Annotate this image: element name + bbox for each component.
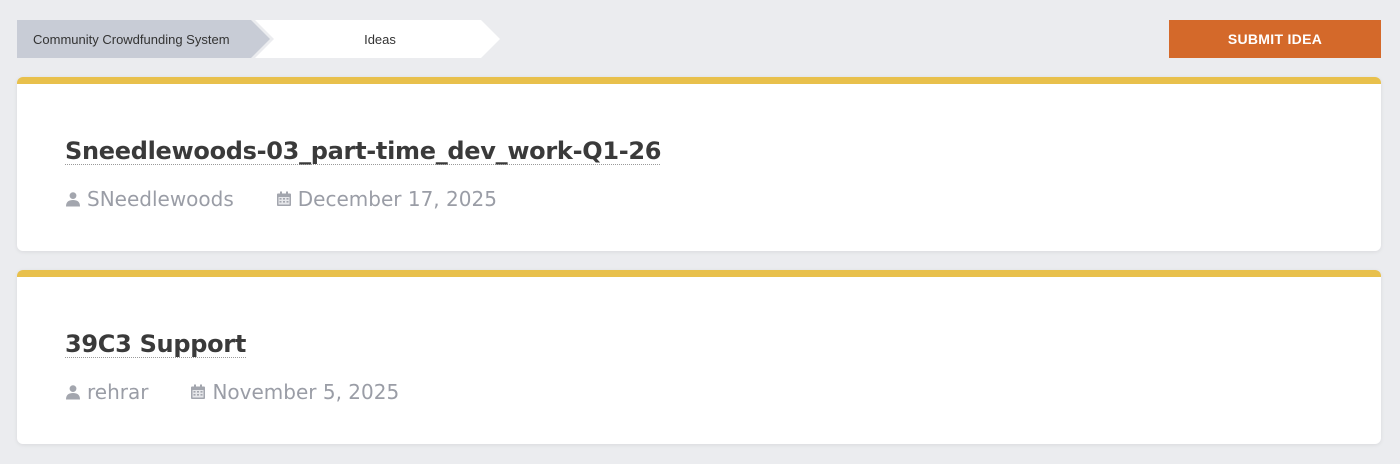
breadcrumb-current[interactable]: Ideas — [255, 20, 500, 58]
idea-date-text: November 5, 2025 — [212, 380, 400, 404]
breadcrumb: Community Crowdfunding System Ideas — [17, 20, 500, 58]
idea-author-name: SNeedlewoods — [87, 187, 234, 211]
breadcrumb-current-label: Ideas — [364, 31, 396, 47]
idea-meta: rehrar November 5, 2025 — [65, 380, 399, 404]
top-bar: Community Crowdfunding System Ideas SUBM… — [0, 0, 1400, 78]
idea-card: 39C3 Support rehrar November 5, 2025 — [17, 270, 1381, 444]
idea-date: November 5, 2025 — [190, 380, 399, 404]
idea-title-link[interactable]: 39C3 Support — [65, 330, 246, 358]
breadcrumb-home[interactable]: Community Crowdfunding System — [17, 20, 270, 58]
idea-author: rehrar — [65, 380, 148, 404]
calendar-icon — [276, 191, 291, 206]
idea-meta: SNeedlewoods December 17, 2025 — [65, 187, 497, 211]
idea-author: SNeedlewoods — [65, 187, 234, 211]
idea-date: December 17, 2025 — [276, 187, 497, 211]
idea-title-link[interactable]: Sneedlewoods-03_part-time_dev_work-Q1-26 — [65, 137, 662, 165]
calendar-icon — [191, 384, 206, 399]
submit-idea-button[interactable]: SUBMIT IDEA — [1169, 20, 1381, 58]
user-icon — [66, 385, 80, 400]
idea-author-name: rehrar — [87, 380, 149, 404]
breadcrumb-home-label: Community Crowdfunding System — [33, 31, 230, 47]
idea-card: Sneedlewoods-03_part-time_dev_work-Q1-26… — [17, 77, 1381, 251]
user-icon — [66, 192, 80, 207]
idea-date-text: December 17, 2025 — [297, 187, 497, 211]
